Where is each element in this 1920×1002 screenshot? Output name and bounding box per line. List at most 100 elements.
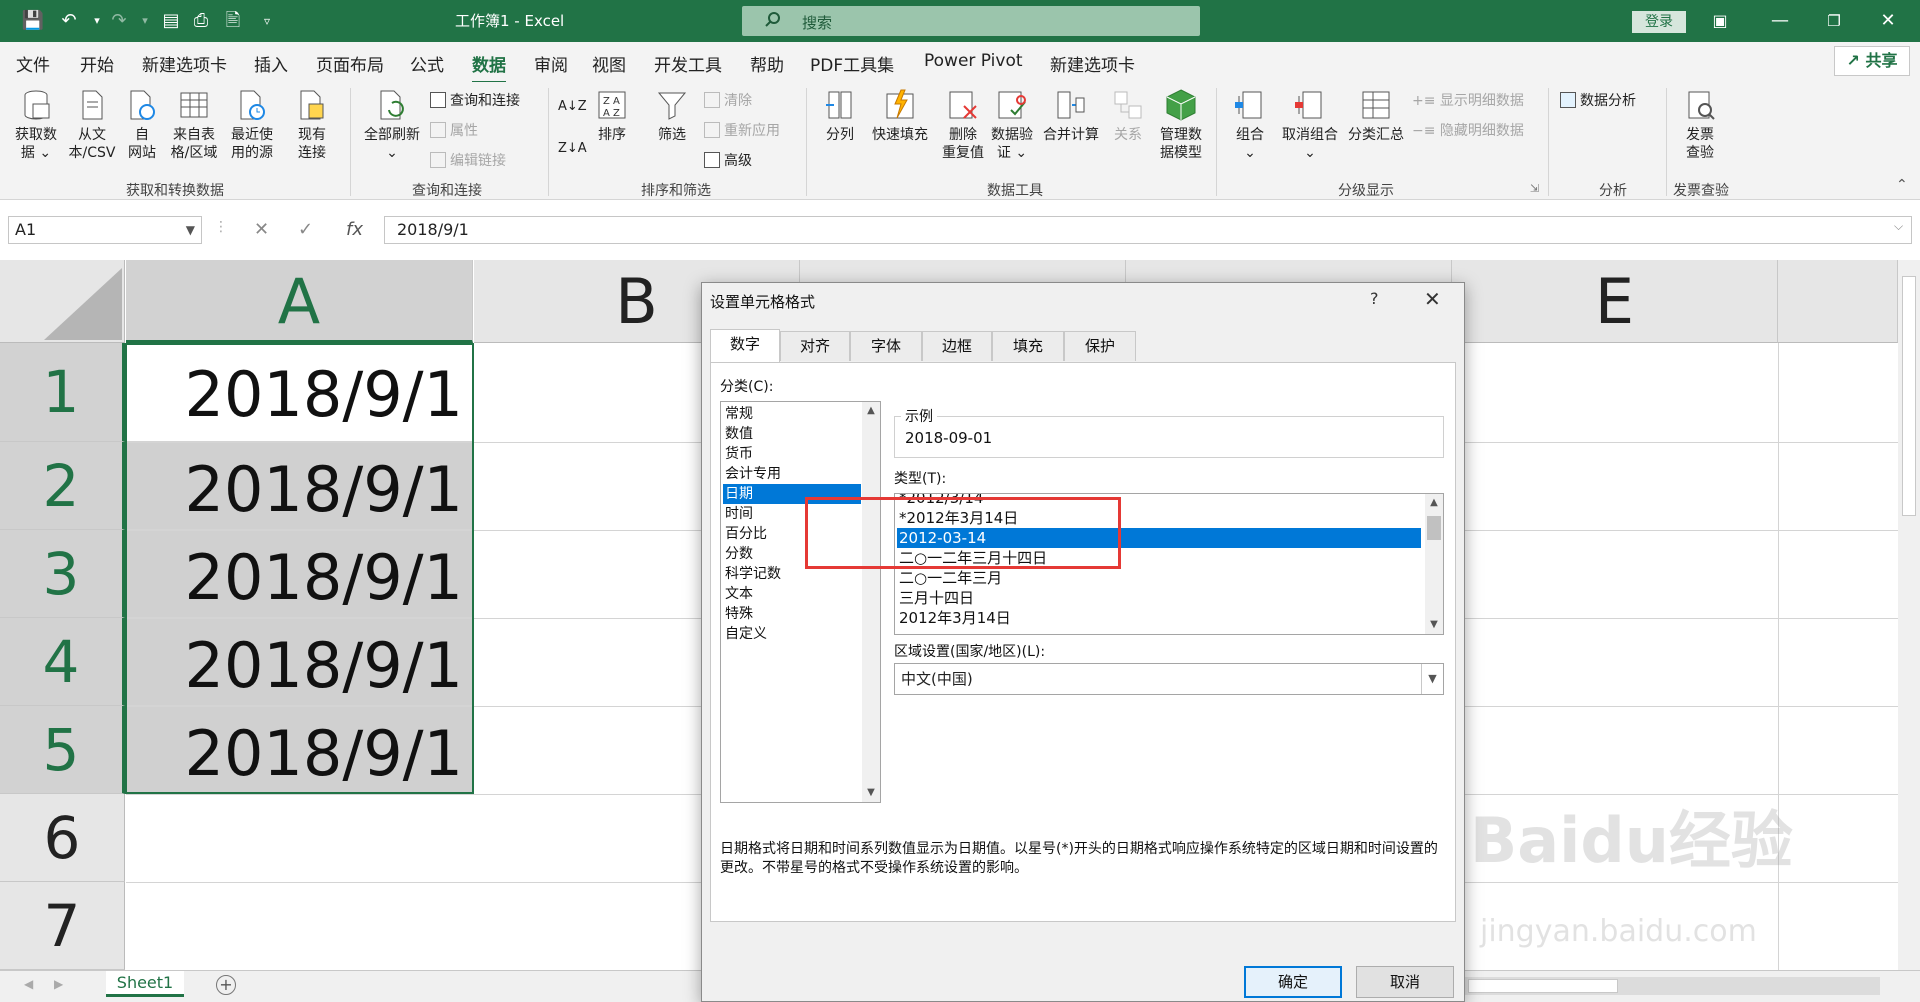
add-sheet-icon[interactable]: + [216, 975, 236, 995]
cancel-button[interactable]: 取消 [1356, 966, 1454, 998]
insert-function-icon[interactable]: fx [346, 219, 363, 240]
edit-links-button[interactable]: 编辑链接 [430, 150, 506, 172]
share-button[interactable]: ↗ 共享 [1834, 46, 1910, 76]
type-scrollbar[interactable]: ▲ ▼ [1425, 494, 1443, 634]
redo-dropdown-icon[interactable]: ▾ [132, 9, 158, 33]
chevron-down-icon[interactable]: ▼ [186, 217, 195, 243]
category-item[interactable]: 特殊 [723, 604, 861, 624]
cancel-icon[interactable]: ✕ [254, 219, 269, 240]
group-button[interactable]: 组合 ⌄ [1226, 88, 1274, 162]
relationships-button[interactable]: 关系 [1106, 88, 1150, 144]
vertical-scrollbar[interactable] [1898, 260, 1920, 970]
hide-detail-button[interactable]: −≡ 隐藏明细数据 [1412, 120, 1524, 142]
formula-input[interactable]: 2018/9/1 [384, 216, 1912, 244]
tab-formulas[interactable]: 公式 [410, 51, 444, 76]
column-header-a[interactable]: A [126, 260, 473, 343]
recent-sources-button[interactable]: 最近使 用的源 [224, 88, 280, 162]
tab-page-layout[interactable]: 页面布局 [316, 51, 384, 76]
remove-duplicates-button[interactable]: 删除 重复值 [936, 88, 990, 162]
scroll-down-icon[interactable]: ▼ [1425, 616, 1443, 634]
undo-icon[interactable]: ↶ [56, 9, 82, 33]
tab-fill[interactable]: 填充 [992, 331, 1064, 361]
scroll-down-icon[interactable]: ▼ [862, 784, 880, 802]
collapse-ribbon-icon[interactable]: ⌃ [1896, 174, 1908, 196]
ribbon-display-icon[interactable]: ▣ [1700, 9, 1740, 33]
name-box[interactable]: A1 ▼ [8, 216, 202, 244]
row-header-1[interactable]: 1 [0, 343, 125, 442]
category-item[interactable]: 自定义 [723, 624, 861, 644]
next-sheet-icon[interactable]: ▶ [54, 977, 63, 991]
column-header-f[interactable] [1778, 260, 1898, 343]
tab-border[interactable]: 边框 [922, 331, 992, 361]
redo-icon[interactable]: ↷ [106, 9, 132, 33]
preview-icon[interactable]: 🖹 [220, 9, 246, 33]
tab-power-pivot[interactable]: Power Pivot [924, 51, 1023, 71]
tab-new-tab[interactable]: 新建选项卡 [142, 51, 227, 76]
tab-protection[interactable]: 保护 [1064, 331, 1136, 361]
close-icon[interactable]: ✕ [1868, 9, 1908, 33]
scroll-thumb[interactable] [1427, 516, 1441, 540]
print-icon[interactable]: ⎙ [188, 9, 214, 33]
row-header-3[interactable]: 3 [0, 530, 125, 618]
scroll-up-icon[interactable]: ▲ [862, 402, 880, 420]
from-web-button[interactable]: 自 网站 [120, 88, 164, 162]
type-item[interactable]: 三月十四日 [897, 588, 1421, 608]
tab-new-tab-2[interactable]: 新建选项卡 [1050, 51, 1135, 76]
column-header-e[interactable]: E [1452, 260, 1778, 343]
row-header-2[interactable]: 2 [0, 442, 125, 530]
tab-pdf-tools[interactable]: PDF工具集 [810, 51, 894, 76]
category-item[interactable]: 会计专用 [723, 464, 861, 484]
close-icon[interactable]: ✕ [1424, 287, 1441, 311]
row-header-7[interactable]: 7 [0, 882, 125, 970]
tab-number[interactable]: 数字 [710, 329, 780, 363]
filter-button[interactable]: 筛选 [650, 88, 694, 144]
scroll-thumb[interactable] [1902, 276, 1916, 516]
type-item[interactable]: 二○一二年三月 [897, 568, 1421, 588]
queries-connections-button[interactable]: 查询和连接 [430, 90, 520, 112]
enter-icon[interactable]: ✓ [298, 219, 313, 240]
show-detail-button[interactable]: +≡ 显示明细数据 [1412, 90, 1524, 112]
clear-button[interactable]: 清除 [704, 90, 752, 112]
tab-file[interactable]: 文件 [16, 51, 50, 76]
data-validation-button[interactable]: 数据验 证 ⌄ [984, 88, 1040, 162]
customize-toolbar-icon[interactable]: ▿ [254, 9, 280, 33]
manage-data-model-button[interactable]: 管理数 据模型 [1152, 88, 1210, 162]
tab-view[interactable]: 视图 [592, 51, 626, 76]
save-icon[interactable]: 💾 [20, 9, 46, 33]
sort-desc-button[interactable]: Z↓A [558, 138, 587, 160]
tab-insert[interactable]: 插入 [254, 51, 288, 76]
category-item[interactable]: 数值 [723, 424, 861, 444]
reapply-button[interactable]: 重新应用 [704, 120, 780, 142]
tab-font[interactable]: 字体 [850, 331, 922, 361]
ok-button[interactable]: 确定 [1244, 966, 1342, 998]
sort-button[interactable]: Z AA Z 排序 [592, 88, 632, 144]
category-item[interactable]: 常规 [723, 404, 861, 424]
from-table-button[interactable]: 来自表 格/区域 [166, 88, 222, 162]
refresh-all-button[interactable]: 全部刷新 ⌄ [360, 88, 424, 162]
scroll-thumb[interactable] [1468, 979, 1618, 993]
expand-formula-icon[interactable]: ⌵ [1894, 219, 1903, 234]
from-csv-button[interactable]: 从文 本/CSV [64, 88, 120, 162]
subtotal-button[interactable]: 分类汇总 [1344, 88, 1408, 144]
tab-developer[interactable]: 开发工具 [654, 51, 722, 76]
sort-asc-button[interactable]: A↓Z [558, 96, 587, 118]
restore-icon[interactable]: ❐ [1814, 9, 1854, 33]
horizontal-scrollbar[interactable] [1460, 977, 1880, 995]
type-item[interactable]: 2012年3月14日 [897, 608, 1421, 628]
tab-home[interactable]: 开始 [80, 51, 114, 76]
invoice-check-button[interactable]: 发票 查验 [1676, 88, 1724, 162]
scroll-up-icon[interactable]: ▲ [1425, 494, 1443, 512]
advanced-button[interactable]: 高级 [704, 150, 752, 172]
flash-fill-button[interactable]: 快速填充 [868, 88, 932, 144]
category-list[interactable]: 常规 数值 货币 会计专用 日期 时间 百分比 分数 科学记数 文本 特殊 自定… [720, 401, 881, 803]
chevron-down-icon[interactable]: ▼ [1421, 664, 1443, 694]
locale-select[interactable]: 中文(中国) ▼ [894, 663, 1444, 695]
get-data-button[interactable]: 获取数 据 ⌄ [8, 88, 64, 162]
row-header-4[interactable]: 4 [0, 618, 125, 706]
login-button[interactable]: 登录 [1632, 11, 1686, 33]
consolidate-button[interactable]: 合并计算 [1040, 88, 1102, 144]
existing-connections-button[interactable]: 现有 连接 [290, 88, 334, 162]
prev-sheet-icon[interactable]: ◀ [24, 977, 33, 991]
minimize-icon[interactable]: — [1760, 9, 1800, 33]
category-item[interactable]: 货币 [723, 444, 861, 464]
